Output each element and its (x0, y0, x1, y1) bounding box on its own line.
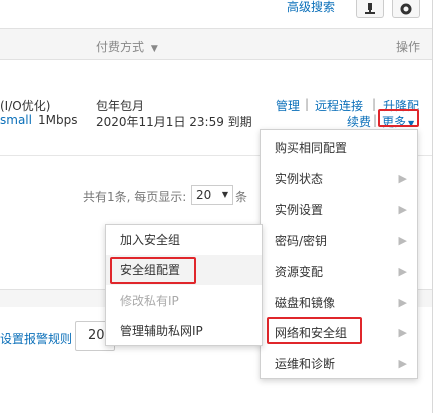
menu-item-instance-status[interactable]: 实例状态 ▶ (261, 164, 417, 194)
payment-column-label: 付费方式 (96, 40, 145, 54)
submenu-item-modify-private-ip: 修改私有IP (106, 286, 262, 316)
page-size-select[interactable]: 20 ▼ (191, 185, 233, 205)
chevron-right-icon: ▶ (398, 265, 407, 278)
caret-down-icon: ▼ (221, 190, 228, 199)
more-dropdown-button[interactable]: 更多 ▼ (382, 113, 414, 130)
remote-connect-link[interactable]: 远程连接 (315, 97, 363, 114)
spec-type-link[interactable]: small (0, 113, 32, 127)
menu-item-ops-diagnosis[interactable]: 运维和诊断 ▶ (261, 349, 417, 379)
microscope-icon-button[interactable] (356, 0, 384, 18)
menu-item-label: 资源变配 (275, 265, 324, 279)
upgrade-link[interactable]: 升降配 (383, 97, 419, 114)
network-security-submenu: 加入安全组 安全组配置 修改私有IP 管理辅助私网IP (105, 224, 263, 346)
billing-expiry: 2020年11月1日 23:59 到期 (96, 115, 252, 129)
menu-item-label: 安全组配置 (120, 263, 181, 277)
chevron-right-icon: ▶ (398, 234, 407, 247)
separator: | (372, 97, 377, 111)
chevron-right-icon: ▶ (398, 203, 407, 216)
ops-column-header: 操作 (395, 40, 420, 54)
menu-item-label: 运维和诊断 (275, 357, 336, 371)
chevron-right-icon: ▶ (398, 172, 407, 185)
more-dropdown-menu: 购买相同配置 实例状态 ▶ 实例设置 ▶ 密码/密钥 ▶ 资源变配 ▶ 磁盘和镜像 ▶ 网… (260, 129, 418, 379)
submenu-item-sg-config[interactable]: 安全组配置 (106, 255, 262, 285)
caret-down-icon: ▼ (408, 119, 415, 128)
right-border (432, 0, 433, 413)
chevron-right-icon: ▶ (398, 296, 407, 309)
payment-column-header[interactable]: 付费方式 ▼ (96, 38, 158, 55)
menu-item-label: 磁盘和镜像 (275, 296, 336, 310)
pager-unit: 条 (235, 190, 248, 204)
lower-input-value: 20 (88, 328, 105, 343)
menu-item-label: 购买相同配置 (275, 141, 348, 155)
chevron-right-icon: ▶ (398, 326, 407, 339)
separator: | (373, 113, 378, 127)
menu-item-label: 实例状态 (275, 172, 324, 186)
menu-item-label: 网络和安全组 (275, 326, 348, 340)
menu-item-label: 加入安全组 (120, 233, 181, 247)
settings-button[interactable] (392, 0, 420, 18)
menu-item-label: 密码/密钥 (275, 234, 328, 248)
menu-item-label: 管理辅助私网IP (120, 324, 203, 338)
table-header: 付费方式 ▼ 操作 (0, 28, 432, 60)
spec-bandwidth: 1Mbps (38, 113, 78, 127)
renew-link[interactable]: 续费 (347, 113, 371, 130)
menu-item-disk-image[interactable]: 磁盘和镜像 ▶ (261, 288, 417, 318)
chevron-right-icon: ▶ (398, 357, 407, 370)
page-size-value: 20 (196, 188, 212, 202)
menu-item-instance-settings[interactable]: 实例设置 ▶ (261, 195, 417, 225)
gear-icon (400, 3, 412, 14)
billing-type: 包年包月 (96, 99, 145, 113)
menu-item-resource-change[interactable]: 资源变配 ▶ (261, 257, 417, 287)
menu-item-network-security[interactable]: 网络和安全组 ▶ (261, 318, 417, 348)
submenu-item-manage-secondary-ip[interactable]: 管理辅助私网IP (106, 316, 262, 346)
separator: | (305, 97, 310, 111)
submenu-item-join-sg[interactable]: 加入安全组 (106, 225, 262, 255)
menu-item-label: 实例设置 (275, 203, 324, 217)
set-alarm-rule-link[interactable]: 设置报警规则 (0, 330, 72, 347)
menu-item-password-key[interactable]: 密码/密钥 ▶ (261, 226, 417, 256)
spec-line1: (I/O优化) (0, 99, 51, 113)
advanced-search-link[interactable]: 高级搜索 (287, 0, 335, 18)
menu-item-buy-same[interactable]: 购买相同配置 (261, 133, 417, 163)
more-label: 更多 (382, 115, 407, 129)
caret-down-icon: ▼ (150, 44, 158, 54)
microscope-icon (365, 2, 375, 14)
pager-summary: 共有1条, 每页显示: (83, 190, 187, 204)
manage-link[interactable]: 管理 (276, 97, 300, 114)
menu-item-label: 修改私有IP (120, 294, 179, 308)
